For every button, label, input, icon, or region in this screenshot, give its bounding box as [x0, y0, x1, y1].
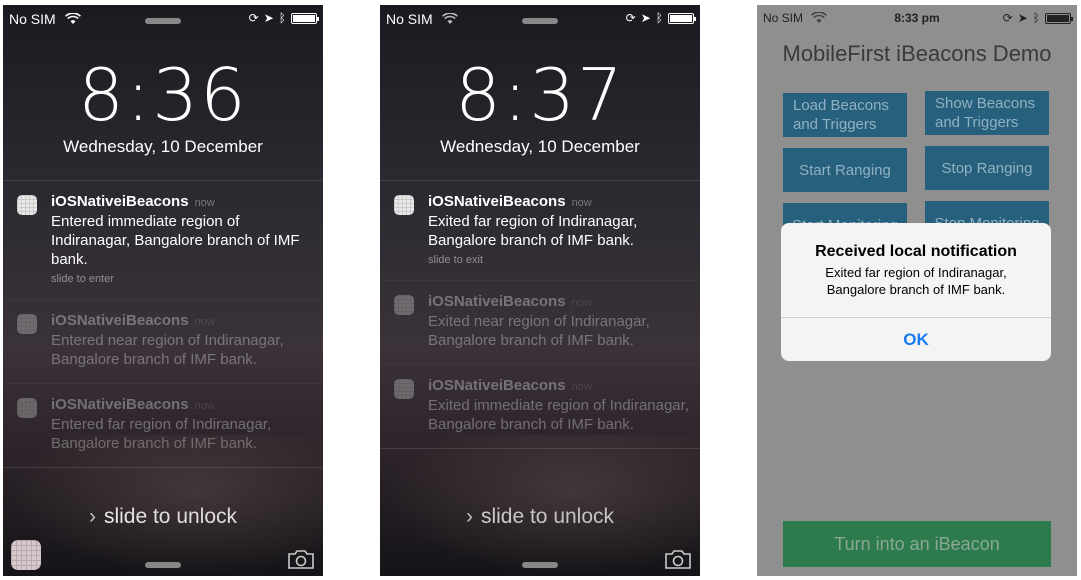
notification-item[interactable]: iOSNativeiBeacons now Exited near region …: [380, 280, 700, 364]
location-icon: ➤: [263, 11, 274, 25]
app-icon: [17, 314, 37, 334]
camera-icon[interactable]: [664, 548, 692, 570]
load-beacons-button[interactable]: Load Beacons and Triggers: [783, 93, 907, 137]
notification-time: now: [571, 297, 592, 309]
show-beacons-button[interactable]: Show Beacons and Triggers: [925, 91, 1049, 135]
carrier-label: No SIM: [9, 11, 56, 27]
bluetooth-icon: ᛒ: [655, 11, 663, 25]
bluetooth-icon: ᛒ: [1032, 11, 1040, 25]
alert-title: Received local notification: [815, 243, 1017, 260]
app-icon: [17, 195, 37, 215]
notification-app-name: iOSNativeiBeacons: [51, 396, 189, 413]
notification-app-name: iOSNativeiBeacons: [51, 193, 189, 210]
notification-list: iOSNativeiBeacons now Entered immediate r…: [3, 180, 323, 468]
date: Wednesday, 10 December: [63, 137, 263, 156]
lock-screen-2: No SIM ⟳ ➤ ᛒ 8:37 Wednesday, 10 December…: [380, 5, 700, 576]
alert-message: Exited far region of Indiranagar, Bangal…: [825, 265, 1007, 297]
notification-item[interactable]: iOSNativeiBeacons now Entered near region…: [3, 299, 323, 383]
app-screen: No SIM 8:33 pm ⟳ ➤ ᛒ MobileFirst iBeacon…: [757, 5, 1077, 576]
orientation-lock-icon: ⟳: [248, 11, 259, 25]
notification-message: Exited immediate region of Indiranagar, …: [428, 397, 689, 433]
date: Wednesday, 10 December: [440, 137, 640, 156]
slide-to-unlock[interactable]: › slide to unlock: [380, 505, 700, 529]
notification-app-name: iOSNativeiBeacons: [428, 293, 566, 310]
app-icon: [394, 195, 414, 215]
notification-item[interactable]: iOSNativeiBeacons now Exited immediate re…: [380, 364, 700, 448]
notification-message: Entered near region of Indiranagar, Bang…: [51, 332, 284, 368]
battery-icon: [291, 12, 319, 24]
notification-message: Entered immediate region of Indiranagar,…: [51, 213, 300, 268]
app-icon: [394, 295, 414, 315]
lock-screen-1: No SIM ⟳ ➤ ᛒ 8:36 Wednesday, 10 December…: [3, 5, 323, 576]
notification-app-name: iOSNativeiBeacons: [51, 312, 189, 329]
notification-list: iOSNativeiBeacons now Exited far region o…: [380, 180, 700, 449]
notification-time: now: [571, 197, 592, 209]
location-icon: ➤: [640, 11, 651, 25]
top-grabber[interactable]: [145, 18, 181, 24]
notification-time: now: [194, 197, 215, 209]
stop-ranging-button[interactable]: Stop Ranging: [925, 146, 1049, 190]
notification-app-name: iOSNativeiBeacons: [428, 377, 566, 394]
notification-message: Entered far region of Indiranagar, Banga…: [51, 416, 272, 452]
ok-button[interactable]: OK: [781, 317, 1051, 361]
app-icon: [394, 379, 414, 399]
orientation-lock-icon: ⟳: [625, 11, 636, 25]
carrier-label: No SIM: [763, 11, 804, 25]
divider: [3, 467, 323, 468]
notification-app-name: iOSNativeiBeacons: [428, 193, 566, 210]
camera-icon[interactable]: [287, 548, 315, 570]
status-bar: No SIM ⟳ ➤ ᛒ: [9, 11, 319, 29]
notification-time: now: [194, 316, 215, 328]
wifi-icon: [65, 13, 81, 24]
app-icon: [17, 398, 37, 418]
notification-time: now: [194, 400, 215, 412]
carrier-label: No SIM: [386, 11, 433, 27]
battery-icon: [1045, 12, 1073, 24]
top-grabber[interactable]: [522, 18, 558, 24]
unlock-label: slide to unlock: [103, 505, 238, 528]
wifi-icon: [442, 13, 458, 24]
alert-dialog: Received local notification Exited far r…: [781, 223, 1051, 361]
clock: 8:37: [455, 53, 625, 137]
unlock-label: slide to unlock: [480, 505, 615, 528]
bottom-grabber[interactable]: [145, 562, 181, 568]
slide-to-unlock[interactable]: › slide to unlock: [3, 505, 323, 529]
bluetooth-icon: ᛒ: [278, 11, 286, 25]
notification-message: Exited near region of Indiranagar, Banga…: [428, 313, 650, 349]
notification-item[interactable]: iOSNativeiBeacons now Exited far region o…: [380, 180, 700, 280]
notification-hint: slide to exit: [428, 254, 484, 266]
battery-icon: [668, 12, 696, 24]
location-icon: ➤: [1017, 11, 1028, 25]
chevron-right-icon: ›: [88, 505, 96, 528]
page-title: MobileFirst iBeacons Demo: [782, 41, 1052, 66]
status-bar: No SIM ⟳ ➤ ᛒ: [386, 11, 696, 29]
notification-message: Exited far region of Indiranagar, Bangal…: [428, 213, 638, 249]
notification-item[interactable]: iOSNativeiBeacons now Entered immediate r…: [3, 180, 323, 299]
notification-time: now: [571, 381, 592, 393]
notification-hint: slide to enter: [51, 273, 114, 285]
status-time: 8:33 pm: [894, 11, 940, 25]
start-ranging-button[interactable]: Start Ranging: [783, 148, 907, 192]
clock: 8:36: [78, 53, 248, 137]
notification-item[interactable]: iOSNativeiBeacons now Entered far region …: [3, 383, 323, 467]
turn-into-ibeacon-button[interactable]: Turn into an iBeacon: [783, 521, 1051, 567]
chevron-right-icon: ›: [465, 505, 473, 528]
app-icon[interactable]: [11, 540, 41, 570]
orientation-lock-icon: ⟳: [1002, 11, 1013, 25]
wifi-icon: [811, 12, 827, 23]
bottom-grabber[interactable]: [522, 562, 558, 568]
status-bar: No SIM 8:33 pm ⟳ ➤ ᛒ: [763, 11, 1073, 29]
divider: [380, 448, 700, 449]
